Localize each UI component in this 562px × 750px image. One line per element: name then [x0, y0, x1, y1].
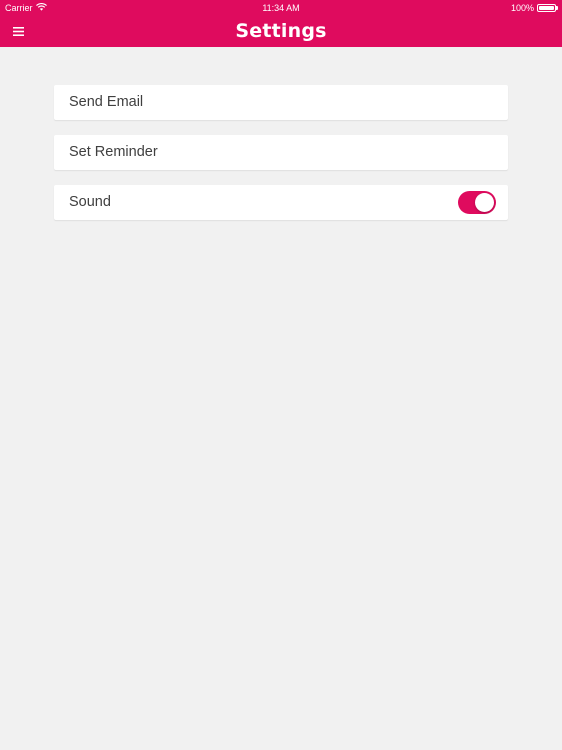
sound-row: Sound	[54, 185, 508, 220]
battery-percent: 100%	[510, 3, 534, 13]
battery-fill	[539, 6, 554, 10]
send-email-row[interactable]: Send Email	[54, 85, 508, 120]
settings-list: Send Email Set Reminder Sound	[54, 85, 508, 235]
sound-toggle[interactable]	[458, 191, 496, 214]
navigation-bar: Settings	[0, 16, 562, 47]
status-right: 100%	[511, 3, 558, 13]
sound-toggle-knob	[475, 193, 494, 212]
battery-tip	[556, 6, 558, 10]
page-title: Settings	[235, 20, 327, 42]
send-email-label: Send Email	[69, 94, 144, 110]
set-reminder-row[interactable]: Set Reminder	[54, 135, 508, 170]
top-bar: Carrier 11:34 AM 100% Settings	[0, 0, 562, 47]
status-bar: Carrier 11:34 AM 100%	[0, 0, 562, 16]
status-time: 11:34 AM	[262, 3, 300, 13]
set-reminder-label: Set Reminder	[69, 144, 158, 160]
battery-icon	[537, 4, 558, 12]
battery-body	[537, 4, 556, 12]
sound-label: Sound	[69, 194, 111, 210]
